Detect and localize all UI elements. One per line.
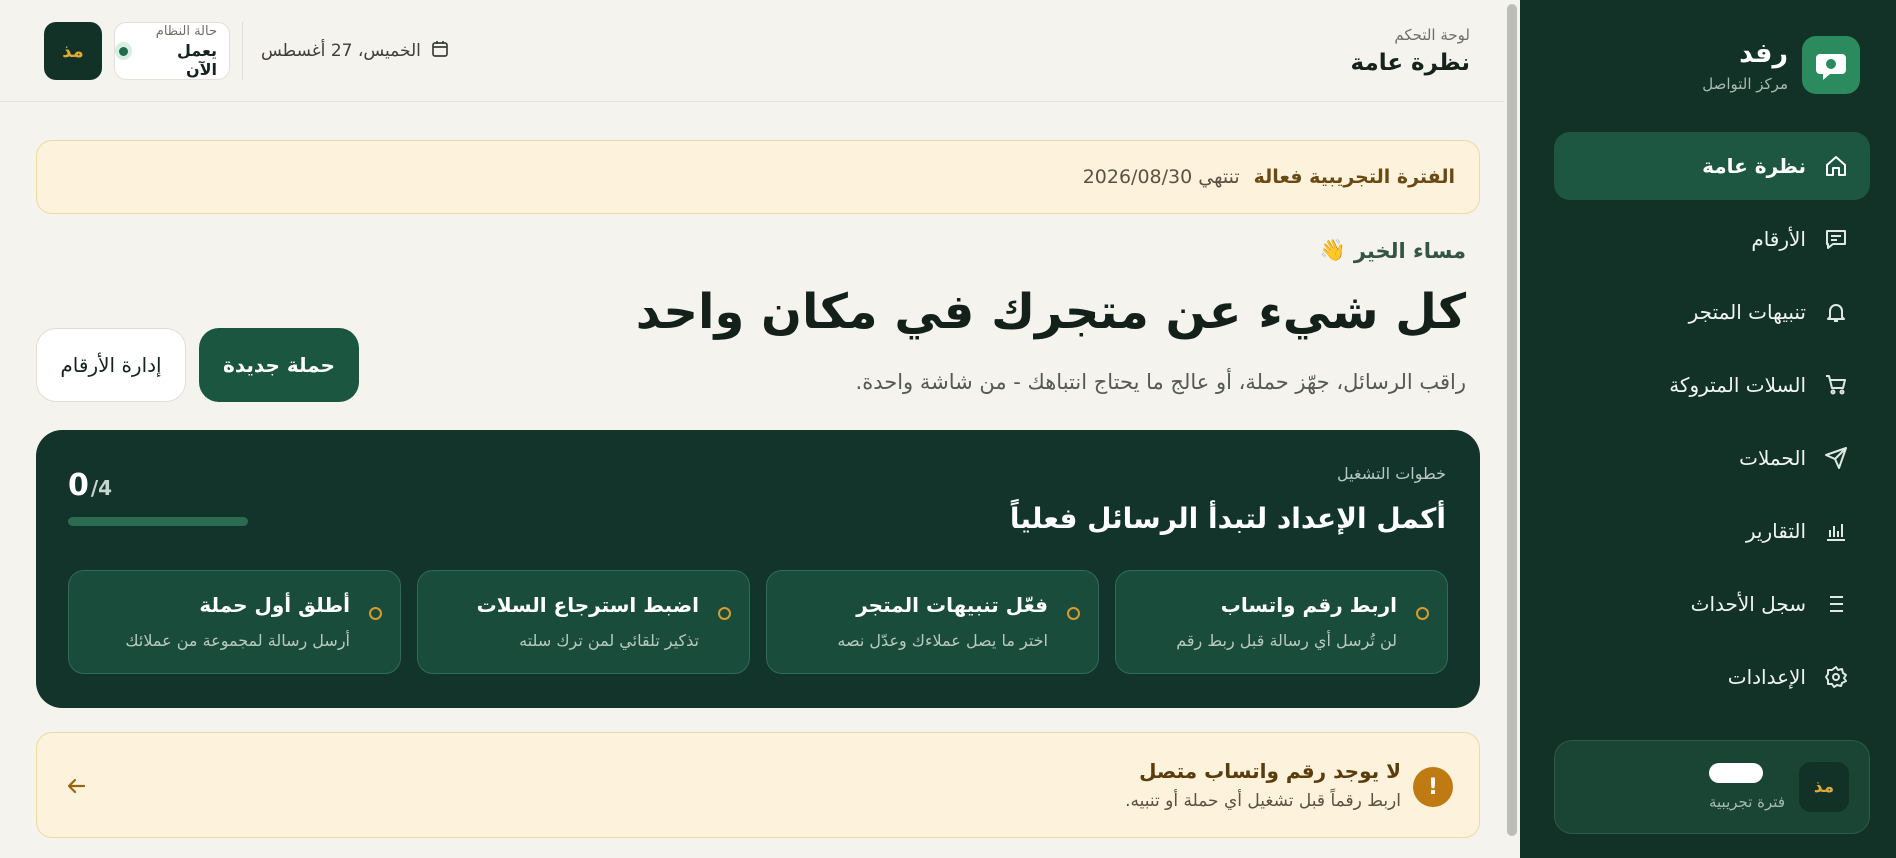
avatar: مذ (1799, 762, 1849, 812)
message-icon (1822, 225, 1850, 253)
step-status-icon (1416, 607, 1429, 620)
list-icon (1822, 590, 1850, 618)
setup-title: أكمل الإعداد لتبدأ الرسائل فعلياً (1009, 502, 1446, 535)
status-label: حالة النظام (155, 23, 217, 39)
main-content: لوحة التحكم نظرة عامة مذ حالة النظام يعم… (0, 0, 1504, 858)
step-desc: تذكير تلقائي لمن ترك سلته (519, 631, 699, 650)
sidebar-item-label: تنبيهات المتجر (1688, 300, 1806, 324)
step-status-icon (718, 607, 731, 620)
system-status: حالة النظام يعمل الآن (114, 22, 230, 80)
sidebar-item-event-log[interactable]: سجل الأحداث (1554, 570, 1870, 638)
new-campaign-button[interactable]: حملة جديدة (199, 328, 359, 402)
cart-icon (1822, 371, 1850, 399)
setup-step-store-alerts[interactable]: فعّل تنبيهات المتجر اختر ما يصل عملاءك و… (766, 570, 1099, 674)
step-title: أطلق أول حملة (199, 593, 350, 617)
trial-title: الفترة التجريبية فعالة (1253, 166, 1455, 188)
hero-title: كل شيء عن متجرك في مكان واحد (635, 284, 1466, 340)
topbar: لوحة التحكم نظرة عامة مذ حالة النظام يعم… (0, 0, 1504, 102)
sidebar-item-store-alerts[interactable]: تنبيهات المتجر (1554, 278, 1870, 346)
setup-step-cart-recovery[interactable]: اضبط استرجاع السلات تذكير تلقائي لمن ترك… (417, 570, 750, 674)
wave-icon: 👋 (1319, 238, 1346, 262)
scrollbar-thumb[interactable] (1507, 4, 1517, 836)
setup-kicker: خطوات التشغيل (1337, 464, 1446, 483)
send-icon (1822, 444, 1850, 472)
status-value: يعمل الآن (176, 40, 217, 79)
status-dot-icon (115, 42, 133, 60)
sidebar-item-reports[interactable]: التقارير (1554, 497, 1870, 565)
brand-name: رفد (1739, 37, 1788, 69)
trial-banner: الفترة التجريبية فعالة تنتهي 2026/08/30 (36, 140, 1480, 214)
progress-bar (68, 517, 248, 526)
gear-icon (1822, 663, 1850, 691)
sidebar-item-label: نظرة عامة (1702, 154, 1806, 178)
brand[interactable]: رفد مركز التواصل (1702, 36, 1860, 94)
alert-desc: اربط رقماً قبل تشغيل أي حملة أو تنبيه. (1125, 791, 1401, 811)
calendar-icon (431, 40, 449, 62)
hero-subtitle: راقب الرسائل، جهّز حملة، أو عالج ما يحتا… (855, 370, 1466, 394)
setup-steps: اربط رقم واتساب لن تُرسل أي رسالة قبل رب… (68, 570, 1448, 674)
date-text: الخميس، 27 أغسطس (261, 41, 421, 61)
step-desc: أرسل رسالة لمجموعة من عملائك (125, 631, 350, 650)
user-plan: فترة تجريبية (1708, 793, 1785, 811)
greeting: مساء الخير 👋 (1320, 238, 1466, 263)
sidebar-item-label: الإعدادات (1727, 665, 1806, 689)
step-desc: لن تُرسل أي رسالة قبل ربط رقم (1176, 631, 1397, 650)
arrow-left-icon[interactable] (61, 771, 91, 801)
setup-progress: 0 /4 (68, 468, 248, 526)
date-display: الخميس، 27 أغسطس (261, 40, 449, 62)
chat-bubble-icon (1802, 36, 1860, 94)
avatar[interactable]: مذ (44, 22, 102, 80)
sidebar-item-settings[interactable]: الإعدادات (1554, 643, 1870, 711)
progress-total: /4 (90, 476, 113, 500)
user-name (1708, 763, 1763, 783)
exclamation-icon: ! (1413, 767, 1453, 807)
sidebar-item-overview[interactable]: نظرة عامة (1554, 132, 1870, 200)
setup-step-first-campaign[interactable]: أطلق أول حملة أرسل رسالة لمجموعة من عملا… (68, 570, 401, 674)
sidebar: رفد مركز التواصل نظرة عامة الأرقام تنبيه… (1520, 0, 1896, 858)
sidebar-item-label: السلات المتروكة (1669, 373, 1806, 397)
step-status-icon (1067, 607, 1080, 620)
sidebar-item-label: التقارير (1745, 519, 1806, 543)
alert-title: لا يوجد رقم واتساب متصل (1139, 759, 1401, 783)
setup-panel: خطوات التشغيل أكمل الإعداد لتبدأ الرسائل… (36, 430, 1480, 708)
bar-chart-icon (1822, 517, 1850, 545)
sidebar-item-campaigns[interactable]: الحملات (1554, 424, 1870, 492)
sidebar-nav: نظرة عامة الأرقام تنبيهات المتجر السلات … (1554, 132, 1870, 716)
sidebar-item-numbers[interactable]: الأرقام (1554, 205, 1870, 273)
manage-numbers-button[interactable]: إدارة الأرقام (36, 328, 186, 402)
user-card[interactable]: مذ فترة تجريبية (1554, 740, 1870, 834)
brand-subtitle: مركز التواصل (1702, 74, 1788, 93)
step-desc: اختر ما يصل عملاءك وعدّل نصه (837, 631, 1048, 650)
trial-end-date: تنتهي 2026/08/30 (1082, 166, 1240, 188)
sidebar-item-label: الأرقام (1751, 227, 1806, 251)
step-title: اضبط استرجاع السلات (476, 593, 699, 617)
sidebar-item-abandoned-carts[interactable]: السلات المتروكة (1554, 351, 1870, 419)
step-status-icon (369, 607, 382, 620)
step-title: فعّل تنبيهات المتجر (856, 593, 1048, 617)
greeting-text: مساء الخير (1353, 238, 1466, 263)
page-title: نظرة عامة (1350, 50, 1470, 76)
sidebar-item-label: سجل الأحداث (1690, 592, 1806, 616)
sidebar-item-label: الحملات (1739, 446, 1806, 470)
divider (242, 22, 243, 80)
no-whatsapp-alert[interactable]: ! لا يوجد رقم واتساب متصل اربط رقماً قبل… (36, 732, 1480, 838)
setup-step-connect-whatsapp[interactable]: اربط رقم واتساب لن تُرسل أي رسالة قبل رب… (1115, 570, 1448, 674)
home-icon (1822, 152, 1850, 180)
progress-done: 0 (68, 468, 89, 503)
bell-icon (1822, 298, 1850, 326)
scrollbar[interactable] (1504, 0, 1520, 858)
step-title: اربط رقم واتساب (1220, 593, 1397, 617)
breadcrumb: لوحة التحكم (1394, 26, 1470, 44)
